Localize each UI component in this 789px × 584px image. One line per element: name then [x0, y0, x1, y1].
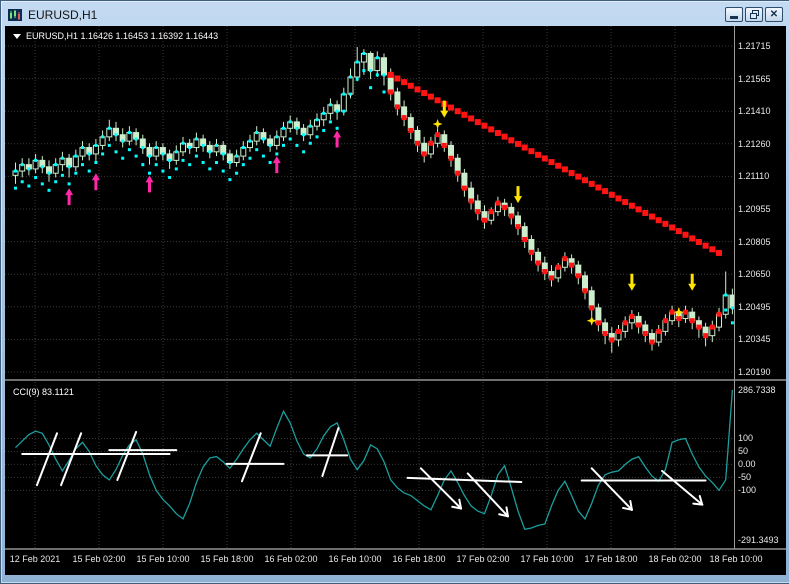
buy-arrow [65, 188, 74, 206]
price-axis-label: 1.21715 [738, 41, 771, 51]
restore-icon [749, 10, 759, 19]
buy-arrow [145, 175, 154, 193]
cci-axis-label: 100 [738, 433, 754, 444]
close-button[interactable]: ✕ [765, 7, 783, 22]
time-axis-label: 17 Feb 02:00 [456, 554, 510, 564]
sell-arrow [688, 273, 697, 291]
window-controls: ✕ [725, 7, 783, 22]
star-marker [432, 119, 443, 130]
price-axis-label: 1.20805 [738, 236, 771, 247]
time-axis[interactable]: 12 Feb 2021 15 Feb 02:00 15 Feb 10:00 15 Fe… [5, 550, 786, 575]
sell-arrow [514, 186, 522, 204]
ma-dots-series [14, 51, 734, 345]
cci-axis-label: -100 [738, 485, 757, 496]
cci-axis-label: -50 [738, 472, 752, 483]
chart-ohlc-header: EURUSD,H1 1.16426 1.16453 1.16392 1.1644… [13, 31, 218, 41]
trendline-annotation[interactable] [590, 467, 633, 511]
time-axis-label: 15 Feb 02:00 [72, 554, 126, 564]
cci-axis[interactable]: 286.7338 100 50 0.00 -50 -100 -291.3493 [735, 382, 786, 548]
chart-client-area: EURUSD,H1 1.16426 1.16453 1.16392 1.1644… [5, 26, 786, 575]
trendline-annotation[interactable] [406, 476, 523, 484]
cci-axis-label: 286.7338 [738, 385, 776, 395]
price-axis-label: 1.21565 [738, 73, 771, 84]
buy-arrow [91, 173, 100, 191]
price-axis-label: 1.21110 [738, 171, 770, 182]
price-axis-label: 1.21260 [738, 138, 771, 149]
price-axis-label: 1.20190 [738, 367, 771, 377]
time-axis-label: 16 Feb 18:00 [392, 554, 446, 564]
symbol-dropdown-icon [13, 33, 21, 39]
price-chart[interactable] [5, 26, 734, 379]
trendline-annotation[interactable] [116, 430, 138, 481]
time-axis-label: 15 Feb 10:00 [136, 554, 190, 564]
star-marker [586, 315, 597, 326]
window-titlebar[interactable]: EURUSD,H1 ✕ [5, 4, 786, 25]
trendline-annotation[interactable] [240, 432, 262, 483]
ohlc-text: EURUSD,H1 1.16426 1.16453 1.16392 1.1644… [26, 31, 219, 41]
time-axis-label: 12 Feb 2021 [9, 554, 61, 564]
buy-arrow [272, 156, 281, 174]
window-icon [8, 8, 22, 21]
cci-axis-label: -291.3493 [738, 535, 779, 545]
window-title: EURUSD,H1 [28, 7, 98, 22]
time-axis-label: 17 Feb 18:00 [584, 554, 638, 564]
time-axis-label: 17 Feb 10:00 [520, 554, 574, 564]
axis-separator [734, 26, 735, 549]
time-axis-label: 18 Feb 02:00 [648, 554, 702, 564]
trendline-annotation[interactable] [419, 467, 463, 510]
close-icon: ✕ [769, 8, 779, 20]
time-axis-label: 15 Feb 18:00 [200, 554, 254, 564]
price-axis-label: 1.20345 [738, 334, 771, 345]
pane-divider[interactable] [5, 379, 786, 381]
cci-label: CCI(9) 83.1121 [13, 387, 74, 397]
price-axis-label: 1.20955 [738, 204, 771, 214]
restore-button[interactable] [745, 7, 763, 22]
sell-arrow [627, 273, 636, 291]
sell-arrows [440, 100, 697, 291]
price-axis-label: 1.20650 [738, 269, 771, 280]
price-axis-label: 1.20495 [738, 301, 771, 312]
time-axis-label: 16 Feb 02:00 [264, 554, 318, 564]
price-axis-label: 1.21410 [738, 106, 771, 117]
cci-indicator-pane[interactable] [5, 382, 734, 548]
sar-dots-series [14, 69, 734, 325]
minimize-button[interactable] [725, 7, 743, 22]
star-markers [432, 119, 684, 326]
price-axis[interactable]: 1.21715 1.21565 1.21410 1.21260 1.21110 1.209… [735, 26, 786, 379]
buy-arrow [333, 130, 342, 148]
minimize-icon [730, 16, 738, 19]
time-axis-label: 16 Feb 10:00 [328, 554, 382, 564]
cci-annotations [21, 427, 707, 518]
cci-axis-label: 0.00 [738, 459, 756, 470]
mt4-chart-window: EURUSD,H1 ✕ EURUSD,H1 1.16426 1.16453 1.… [0, 0, 789, 584]
cci-axis-label: 50 [738, 446, 749, 457]
trendline-annotation[interactable] [661, 469, 704, 506]
time-axis-label: 18 Feb 10:00 [709, 554, 763, 564]
